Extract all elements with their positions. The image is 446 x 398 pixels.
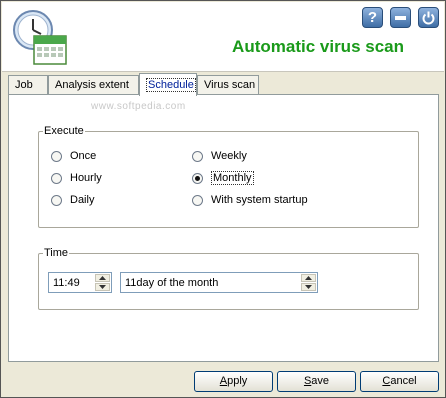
time-legend: Time [43, 247, 70, 259]
cancel-button[interactable]: Cancel [360, 371, 439, 392]
save-button[interactable]: Save [277, 371, 356, 392]
apply-label: pply [227, 375, 248, 387]
tab-label: Virus scan [204, 79, 256, 91]
radio-monthly[interactable]: Monthly [192, 170, 254, 186]
apply-accel: A [219, 375, 228, 387]
tab-analysis-extent[interactable]: Analysis extent [48, 75, 139, 95]
clock-calendar-icon [10, 8, 70, 68]
minimize-button[interactable] [390, 7, 411, 28]
arrow-down-icon [99, 285, 106, 289]
tab-virus-scan[interactable]: Virus scan [197, 75, 259, 95]
power-icon [422, 11, 435, 25]
save-label: ave [311, 375, 330, 387]
radio-label: Weekly [211, 150, 247, 162]
radio-button-icon[interactable] [192, 194, 203, 206]
radio-daily[interactable]: Daily [51, 192, 94, 208]
tab-job[interactable]: Job [8, 75, 48, 95]
arrow-down-icon [305, 285, 312, 289]
spin-up-button[interactable] [95, 274, 110, 282]
apply-button[interactable]: Apply [194, 371, 273, 392]
radio-button-icon[interactable] [51, 150, 62, 162]
radio-label: Monthly [211, 171, 254, 185]
spin-arrows [95, 274, 110, 291]
time-value[interactable]: 11:49 [53, 277, 80, 289]
tab-label: Schedule [146, 78, 196, 92]
radio-system-startup[interactable]: With system startup [192, 192, 308, 208]
radio-hourly[interactable]: Hourly [51, 170, 102, 186]
time-group: Time 11:49 11day of the month [38, 247, 419, 310]
spin-down-button[interactable] [95, 283, 110, 291]
tab-label: Analysis extent [55, 79, 129, 91]
radio-label: Hourly [70, 172, 102, 184]
tab-schedule[interactable]: Schedule [139, 73, 197, 96]
spin-down-button[interactable] [301, 283, 316, 291]
watermark-text: www.softpedia.com [91, 101, 186, 112]
time-stepper[interactable]: 11:49 [48, 272, 112, 293]
radio-button-checked-icon[interactable] [192, 172, 203, 184]
arrow-up-icon [305, 276, 312, 280]
radio-button-icon[interactable] [192, 150, 203, 162]
help-button[interactable]: ? [362, 7, 383, 28]
execute-group: Execute Once Hourly Daily Weekly Monthly [38, 125, 419, 228]
header-banner: ? Automatic virus scan [2, 2, 444, 72]
spin-up-button[interactable] [301, 274, 316, 282]
dialog-window: ? Automatic virus scan Job Analysis exte… [0, 0, 446, 398]
radio-label: Once [70, 150, 97, 162]
radio-label: Daily [70, 194, 95, 206]
close-button[interactable] [418, 7, 439, 28]
radio-button-icon[interactable] [51, 172, 62, 184]
radio-label: With system startup [211, 194, 308, 206]
spin-arrows [301, 274, 316, 291]
day-stepper[interactable]: 11day of the month [120, 272, 318, 293]
day-value[interactable]: 11day of the month [125, 277, 218, 289]
cancel-label: ancel [390, 375, 417, 387]
radio-weekly[interactable]: Weekly [192, 148, 247, 164]
schedule-panel: Execute Once Hourly Daily Weekly Monthly [8, 94, 439, 362]
page-title: Automatic virus scan [232, 37, 404, 56]
radio-button-icon[interactable] [51, 194, 62, 206]
minimize-icon [395, 16, 406, 20]
tab-label: Job [15, 79, 33, 91]
arrow-up-icon [99, 276, 106, 280]
radio-once[interactable]: Once [51, 148, 96, 164]
execute-legend: Execute [43, 125, 85, 137]
help-icon: ? [367, 9, 378, 26]
